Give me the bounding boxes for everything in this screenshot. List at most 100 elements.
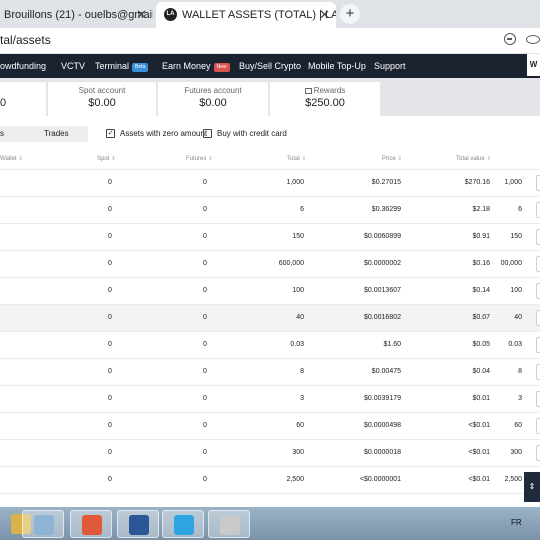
card-value: $250.00 [305,97,345,109]
table-row[interactable]: 60 0 0 60 $0.0000498 <$0.01 [0,413,540,440]
cell-wallet: 6 [518,206,522,213]
cell-spot: 0 [108,341,112,348]
row-action-button[interactable] [536,229,540,245]
cell-value: $0.16 [472,260,490,267]
table-row[interactable]: 300 0 0 300 $0.0000018 <$0.01 [0,440,540,467]
header-futures[interactable]: Futures ⇕ [186,156,213,162]
header-spot[interactable]: Spot ⇕ [97,156,116,162]
zoom-icon[interactable] [504,33,516,45]
header-total-value[interactable]: Total value ⇕ [456,156,491,162]
nav-item-buy-sell-crypto[interactable]: Buy/Sell Crypto [239,54,301,78]
tracking-protection-icon[interactable] [526,35,540,44]
taskbar-app-paint[interactable] [208,510,250,538]
header-wallet[interactable]: Wallet ⇕ [0,156,23,162]
zero-amount-label: Assets with zero amount [120,129,208,138]
rewards-card[interactable]: Rewards $250.00 [270,82,380,116]
futures-account-card[interactable]: Futures account $0.00 [158,82,268,116]
cell-wallet: 2,500 [504,476,522,483]
close-icon[interactable]: ✕ [136,2,147,28]
row-action-button[interactable] [536,364,540,380]
row-action-button[interactable] [536,175,540,191]
spot-account-card[interactable]: Spot account $0.00 [48,82,156,116]
taskbar-app-window[interactable] [22,510,64,538]
cell-total: 600,000 [278,260,304,267]
table-row[interactable]: 3 0 0 3 $0.0039179 $0.01 [0,386,540,413]
word-icon [129,515,149,535]
new-tab-button[interactable]: + [340,4,360,24]
cell-wallet: 00,000 [500,260,522,267]
card-label: Spot account [78,86,126,95]
table-row[interactable]: 6 0 0 6 $0.36299 $2.18 [0,197,540,224]
tab-assets[interactable]: s Trades [0,126,88,142]
cell-price: $0.00475 [371,368,401,375]
nav-item-vctv[interactable]: VCTV [61,54,85,78]
row-action-button[interactable] [536,256,540,272]
table-row[interactable]: 150 0 0 150 $0.0060899 $0.91 [0,224,540,251]
cell-price: $0.0000002 [364,260,401,267]
taskbar-app-word[interactable] [117,510,159,538]
url-input[interactable]: tal/assets [0,33,51,47]
header-price[interactable]: Price ⇕ [382,156,402,162]
cell-value: $0.05 [472,341,490,348]
row-action-button[interactable] [536,445,540,461]
address-bar: tal/assets [0,28,540,54]
tab-trades[interactable]: Trades [44,126,69,142]
cell-price: $0.0000018 [364,449,401,456]
sort-icon: ⇕ [208,156,213,162]
cell-value: $0.14 [472,287,490,294]
cell-futures: 0 [203,395,207,402]
cell-spot: 0 [108,260,112,267]
table-row[interactable]: 8 0 0 8 $0.00475 $0.04 [0,359,540,386]
card-value: $0.00 [88,97,116,109]
table-row[interactable]: 100 0 0 100 $0.0013607 $0.14 [0,278,540,305]
cell-wallet: 1,000 [504,179,522,186]
taskbar-app-brave[interactable] [70,510,112,538]
favicon-icon: LA [164,8,177,21]
table-row[interactable]: 00,000 0 0 600,000 $0.0000002 $0.16 [0,251,540,278]
nav-item-mobile-top-up[interactable]: Mobile Top-Up [308,54,366,78]
cell-price: $0.0060899 [364,233,401,240]
row-action-button[interactable] [536,310,540,326]
nav-item-label: Earn Money [162,61,211,71]
drag-handle-icon[interactable]: ⇕ [524,472,540,502]
language-indicator[interactable]: FR [511,518,522,527]
table-row[interactable]: 1,000 0 0 1,000 $0.27015 $270.16 [0,170,540,197]
table-header: Wallet ⇕ Spot ⇕ Futures ⇕ Total ⇕ Price ⇕ Tot… [0,150,540,170]
row-action-button[interactable] [536,202,540,218]
taskbar-app-telegram[interactable] [162,510,204,538]
cell-futures: 0 [203,314,207,321]
cell-futures: 0 [203,422,207,429]
sort-icon: ⇕ [486,156,491,162]
header-total[interactable]: Total ⇕ [287,156,306,162]
table-row[interactable]: 2,500 0 0 2,500 <$0.0000001 <$0.01 [0,467,540,494]
close-icon[interactable]: ✕ [319,2,330,28]
gift-icon [304,88,312,94]
nav-item-wallet[interactable]: W [527,54,540,78]
row-action-button[interactable] [536,283,540,299]
credit-card-checkbox[interactable] [203,129,212,138]
row-action-button[interactable] [536,337,540,353]
cell-price: $0.0013607 [364,287,401,294]
nav-item-support[interactable]: Support [374,54,406,78]
table-row[interactable]: 40 0 0 40 $0.0016802 $0.07 [0,305,540,332]
cell-futures: 0 [203,206,207,213]
rewards-label: Rewards [313,86,346,95]
browser-tab-wallet[interactable]: LA WALLET ASSETS (TOTAL) | LATO ✕ [156,2,336,28]
nav-item-terminal[interactable]: Terminal Beta [95,54,149,78]
browser-tab-gmail[interactable]: Brouillons (21) - ouelbs@gmail.c ✕ [0,2,153,28]
cell-spot: 0 [108,233,112,240]
nav-item-crowdfunding[interactable]: owdfunding [0,54,46,78]
brave-icon [82,515,102,535]
header-label: Price [382,156,396,162]
cell-total: 150 [292,233,304,240]
nav-item-earn-money[interactable]: Earn Money New [162,54,230,78]
table-row[interactable]: 0.03 0 0 0.03 $1.60 $0.05 [0,332,540,359]
tab-title: Brouillons (21) - ouelbs@gmail.c [4,9,153,21]
row-action-button[interactable] [536,391,540,407]
cell-price: $1.60 [383,341,401,348]
cell-futures: 0 [203,368,207,375]
sort-icon: ⇕ [301,156,306,162]
total-balance-value: 0 [0,97,7,109]
zero-amount-checkbox[interactable]: ✓ [106,129,115,138]
row-action-button[interactable] [536,418,540,434]
